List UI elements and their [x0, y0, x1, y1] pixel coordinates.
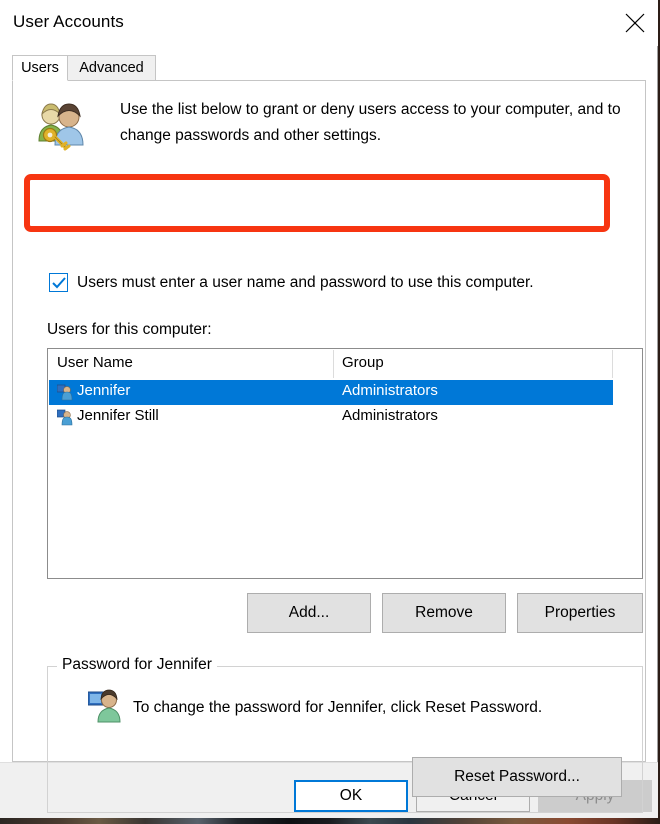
users-list[interactable]: User Name Group Jennifer Administrators: [47, 348, 643, 579]
tab-advanced[interactable]: Advanced: [68, 55, 156, 81]
password-group-title: Password for Jennifer: [57, 656, 217, 674]
user-password-icon: [88, 688, 126, 726]
require-password-checkbox[interactable]: [49, 273, 68, 292]
remove-button[interactable]: Remove: [382, 593, 506, 633]
tab-users[interactable]: Users: [12, 55, 68, 81]
users-tab-panel: Use the list below to grant or deny user…: [12, 80, 646, 762]
column-header-group[interactable]: Group: [342, 354, 384, 371]
users-with-key-icon: [33, 99, 89, 155]
add-button[interactable]: Add...: [247, 593, 371, 633]
cell-group: Administrators: [342, 407, 438, 424]
cell-user-name: Jennifer: [77, 382, 130, 399]
description-text: Use the list below to grant or deny user…: [120, 97, 630, 149]
close-icon: [625, 13, 645, 33]
table-row[interactable]: Jennifer Still Administrators: [49, 405, 613, 430]
column-divider-1[interactable]: [333, 350, 334, 378]
table-row[interactable]: Jennifer Administrators: [49, 380, 613, 405]
user-icon: [57, 409, 74, 426]
require-password-label: Users must enter a user name and passwor…: [77, 271, 534, 295]
cell-group: Administrators: [342, 382, 438, 399]
cell-user-name: Jennifer Still: [77, 407, 159, 424]
reset-password-button[interactable]: Reset Password...: [412, 757, 622, 797]
user-accounts-dialog: User Accounts Users Advanced: [0, 0, 658, 818]
user-icon: [57, 384, 74, 401]
users-list-label: Users for this computer:: [47, 321, 212, 339]
column-divider-2[interactable]: [612, 350, 613, 378]
checkmark-icon: [52, 277, 67, 290]
users-list-header: User Name Group: [48, 349, 642, 379]
title-bar: User Accounts: [0, 0, 658, 46]
password-group-text: To change the password for Jennifer, cli…: [133, 699, 542, 717]
close-button[interactable]: [612, 0, 658, 46]
properties-button[interactable]: Properties: [517, 593, 643, 633]
window-title: User Accounts: [13, 12, 124, 32]
column-header-user-name[interactable]: User Name: [57, 354, 133, 371]
